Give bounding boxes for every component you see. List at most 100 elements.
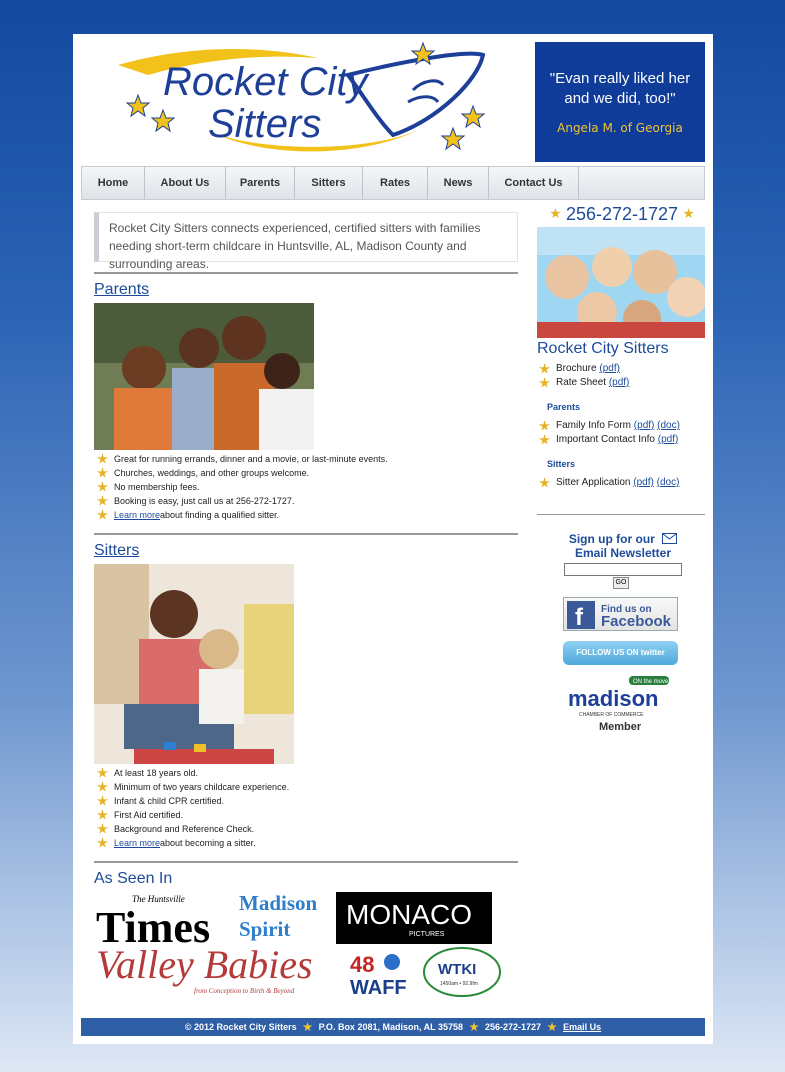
star-bullet-icon: [97, 453, 108, 464]
as-seen-in-heading: As Seen In: [94, 870, 173, 887]
star-bullet-icon: [539, 420, 550, 431]
media-logos: The Huntsville Times Madison Spirit MONA…: [96, 891, 501, 999]
svg-text:WTKI: WTKI: [438, 961, 476, 978]
star-bullet-icon: [97, 467, 108, 478]
svg-text:Madison: Madison: [239, 891, 318, 915]
list-item: First Aid certified.: [97, 808, 289, 822]
divider: [537, 514, 705, 515]
footer-copyright: © 2012 Rocket City Sitters: [184, 1022, 297, 1032]
divider: [94, 861, 518, 863]
sitter-app-doc-link[interactable]: (doc): [657, 476, 680, 490]
svg-text:48: 48: [350, 952, 374, 977]
madison-chamber-logo[interactable]: ON the move madison CHAMBER OF COMMERCE …: [563, 674, 678, 736]
sitters-learn-more-link[interactable]: Learn more: [114, 836, 160, 850]
sitters-heading-link[interactable]: Sitters: [94, 542, 139, 560]
star-bullet-icon: [539, 434, 550, 445]
sidebar-sitters-downloads: Sitter Application (pdf) (doc): [539, 476, 679, 490]
list-item: Minimum of two years childcare experienc…: [97, 780, 289, 794]
footer-email-link[interactable]: Email Us: [563, 1022, 601, 1032]
rocket-city-sitters-logo[interactable]: Rocket City Sitters: [108, 40, 488, 160]
sitters-requirements-list: At least 18 years old. Minimum of two ye…: [97, 766, 289, 850]
star-icon: [302, 1022, 313, 1032]
sitter-app-pdf-link[interactable]: (pdf): [633, 476, 654, 490]
rate-sheet-pdf-link[interactable]: (pdf): [609, 376, 630, 390]
list-item: Family Info Form (pdf) (doc): [539, 419, 680, 433]
brochure-pdf-link[interactable]: (pdf): [599, 362, 620, 376]
svg-text:f: f: [575, 604, 584, 631]
main-nav: Home About Us Parents Sitters Rates News…: [81, 166, 705, 200]
sidebar-parents-heading: Parents: [547, 402, 581, 412]
star-icon: [550, 208, 561, 219]
list-item: Infant & child CPR certified.: [97, 794, 289, 808]
list-item: Great for running errands, dinner and a …: [97, 452, 388, 466]
wtki-radio-logo: WTKI 1450am • 92.9fm: [423, 947, 501, 997]
nav-news[interactable]: News: [428, 167, 489, 199]
svg-text:Member: Member: [599, 721, 642, 733]
star-bullet-icon: [97, 823, 108, 834]
twitter-follow-button[interactable]: FOLLOW US ON twitter: [563, 641, 678, 665]
star-bullet-icon: [97, 781, 108, 792]
star-bullet-icon: [97, 509, 108, 520]
nav-about-us[interactable]: About Us: [145, 167, 226, 199]
sidebar-sitters-heading: Sitters: [547, 459, 576, 469]
waff-48-logo: 48 WAFF: [350, 952, 407, 999]
star-bullet-icon: [539, 477, 550, 488]
star-bullet-icon: [97, 795, 108, 806]
monaco-pictures-logo: MONACO PICTURES: [336, 892, 492, 944]
madison-spirit-logo: Madison Spirit: [239, 891, 318, 941]
nav-parents[interactable]: Parents: [226, 167, 295, 199]
svg-text:PICTURES: PICTURES: [409, 931, 445, 938]
star-icon: [440, 126, 466, 151]
sidebar-phone: 256-272-1727: [539, 204, 705, 225]
svg-text:Spirit: Spirit: [239, 917, 290, 941]
nav-home[interactable]: Home: [82, 167, 145, 199]
sidebar-title: Rocket City Sitters: [537, 340, 669, 357]
list-item: Learn more about becoming a sitter.: [97, 836, 289, 850]
parents-heading-link[interactable]: Parents: [94, 281, 149, 299]
star-bullet-icon: [539, 377, 550, 388]
sidebar-parents-downloads: Family Info Form (pdf) (doc) Important C…: [539, 419, 680, 447]
phone-number: 256-272-1727: [565, 204, 679, 224]
list-item: At least 18 years old.: [97, 766, 289, 780]
star-bullet-icon: [539, 363, 550, 374]
parents-learn-more-link[interactable]: Learn more: [114, 508, 160, 522]
star-bullet-icon: [97, 837, 108, 848]
svg-text:ON the move: ON the move: [633, 679, 669, 685]
star-bullet-icon: [97, 767, 108, 778]
contact-info-pdf-link[interactable]: (pdf): [658, 433, 679, 447]
footer-address: P.O. Box 2081, Madison, AL 35758: [318, 1022, 463, 1032]
svg-text:1450am • 92.9fm: 1450am • 92.9fm: [440, 981, 478, 987]
svg-text:MONACO: MONACO: [346, 899, 472, 930]
list-item: Background and Reference Check.: [97, 822, 289, 836]
svg-text:CHAMBER OF COMMERCE: CHAMBER OF COMMERCE: [579, 712, 644, 718]
nav-contact-us[interactable]: Contact Us: [489, 167, 579, 199]
family-info-pdf-link[interactable]: (pdf): [634, 419, 655, 433]
nav-rates[interactable]: Rates: [363, 167, 428, 199]
star-icon: [683, 208, 694, 219]
page-container: Rocket City Sitters "Evan really liked h…: [73, 34, 713, 1044]
logo-line-1: Rocket City: [163, 60, 370, 104]
logo-line-2: Sitters: [208, 102, 321, 146]
nav-sitters[interactable]: Sitters: [295, 167, 363, 199]
list-item: Churches, weddings, and other groups wel…: [97, 466, 388, 480]
newsletter-email-input[interactable]: [564, 563, 682, 576]
svg-text:from Conception to Birth & Bey: from Conception to Birth & Beyond: [194, 987, 295, 995]
star-icon: [460, 104, 486, 129]
family-info-doc-link[interactable]: (doc): [657, 419, 680, 433]
newsletter-signup-label: Sign up for our Email Newsletter: [553, 532, 693, 560]
svg-text:Facebook: Facebook: [601, 613, 672, 630]
sidebar-general-downloads: Brochure (pdf) Rate Sheet (pdf): [539, 362, 629, 390]
divider: [94, 272, 518, 274]
list-item: Booking is easy, just call us at 256-272…: [97, 494, 388, 508]
svg-text:madison: madison: [568, 686, 658, 711]
footer-bar: © 2012 Rocket City Sitters P.O. Box 2081…: [81, 1018, 705, 1036]
star-bullet-icon: [97, 809, 108, 820]
divider: [94, 533, 518, 535]
intro-text: Rocket City Sitters connects experienced…: [94, 212, 518, 271]
svg-text:Valley Babies: Valley Babies: [96, 942, 313, 987]
newsletter-go-button[interactable]: GO: [613, 577, 629, 589]
testimonial-text: "Evan really liked her and we did, too!": [549, 70, 691, 107]
facebook-button[interactable]: f Find us on Facebook: [563, 597, 678, 631]
list-item: No membership fees.: [97, 480, 388, 494]
star-icon: [469, 1022, 479, 1032]
